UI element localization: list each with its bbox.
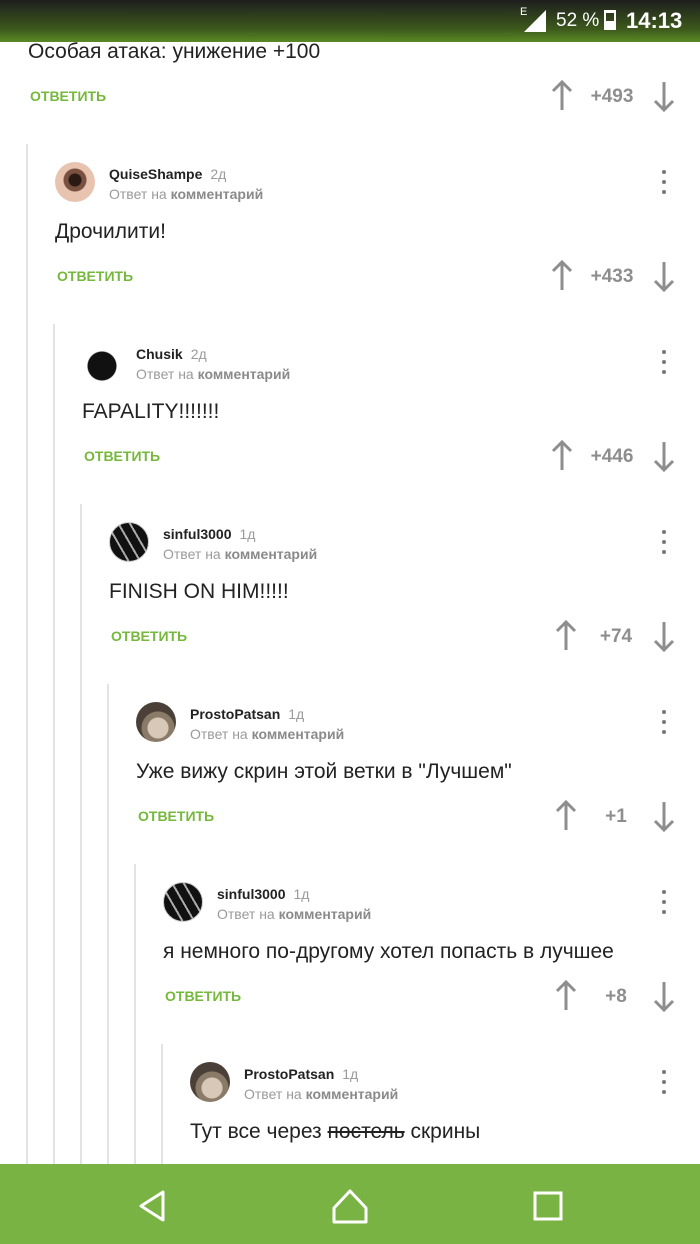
more-vertical-icon[interactable] [661,890,667,920]
comment-age: 1д [288,706,305,722]
comment-age: 1д [239,526,256,542]
avatar[interactable] [163,882,203,922]
reply-to-line: Ответ на комментарий [244,1086,399,1102]
reply-target-link[interactable]: комментарий [306,1086,399,1102]
comment-author[interactable]: Chusik 2д [136,346,207,362]
signal-icon [524,10,546,32]
comment-author[interactable]: QuiseShampe 2д [109,166,226,182]
reply-to-line: Ответ на комментарий [136,366,291,382]
vote-block: +74 [554,620,676,654]
struck-word: постель [327,1120,405,1143]
comment-text: я немного по-другому хотел попасть в луч… [163,940,614,963]
arrow-down-icon[interactable] [652,980,676,1012]
comment-age: 2д [210,166,227,182]
battery-level: 52 % [556,10,600,31]
avatar[interactable] [136,702,176,742]
reply-to-line: Ответ на комментарий [217,906,372,922]
thread-line [80,504,82,1164]
comment-text: Дрочилити! [55,220,166,243]
more-vertical-icon[interactable] [661,710,667,740]
avatar[interactable] [109,522,149,562]
comment-text: Уже вижу скрин этой ветки в "Лучшем" [136,760,512,783]
reply-target-link[interactable]: комментарий [279,906,372,922]
comment-text: FINISH ON HIM!!!!! [109,580,289,603]
reply-button[interactable]: ОТВЕТИТЬ [111,628,187,644]
thread-line [107,684,109,1164]
arrow-down-icon[interactable] [652,620,676,652]
clock: 14:13 [626,8,683,33]
reply-target-link[interactable]: комментарий [225,546,318,562]
comment-age: 1д [342,1066,359,1082]
navigation-bar [0,1164,700,1244]
arrow-up-icon[interactable] [550,260,574,292]
thread-line [53,324,55,1164]
thread-line [134,864,136,1164]
reply-target-link[interactable]: комментарий [198,366,291,382]
arrow-down-icon[interactable] [652,80,676,112]
vote-block: +1 [554,800,676,834]
more-vertical-icon[interactable] [661,530,667,560]
vote-score: +8 [605,986,627,1007]
more-vertical-icon[interactable] [661,170,667,200]
reply-to-line: Ответ на комментарий [163,546,318,562]
arrow-down-icon[interactable] [652,440,676,472]
status-bar: E 52 % 14:13 [0,0,700,42]
arrow-down-icon[interactable] [652,800,676,832]
arrow-up-icon[interactable] [554,800,578,832]
comment-author[interactable]: ProstoPatsan 1д [244,1066,358,1082]
avatar[interactable] [82,342,122,382]
vote-block: +8 [554,980,676,1014]
arrow-up-icon[interactable] [554,620,578,652]
reply-button[interactable]: ОТВЕТИТЬ [84,448,160,464]
arrow-up-icon[interactable] [550,80,574,112]
vote-block: +446 [550,440,676,474]
vote-score: +74 [599,626,633,647]
comment-age: 2д [190,346,207,362]
reply-button[interactable]: ОТВЕТИТЬ [57,268,133,284]
reply-button[interactable]: ОТВЕТИТЬ [165,988,241,1004]
reply-button[interactable]: ОТВЕТИТЬ [138,808,214,824]
comment-author[interactable]: sinful3000 1д [163,526,255,542]
arrow-up-icon[interactable] [550,440,574,472]
back-triangle-icon[interactable] [133,1186,173,1226]
comment-age: 1д [293,886,310,902]
more-vertical-icon[interactable] [661,1070,667,1100]
comment: ProstoPatsan 1д Ответ на комментарий Тут … [190,1062,685,1162]
comment-text: Тут все через постель скрины [190,1120,481,1143]
reply-target-link[interactable]: комментарий [252,726,345,742]
home-icon[interactable] [330,1186,370,1226]
arrow-up-icon[interactable] [554,980,578,1012]
battery-icon [604,10,616,30]
vote-score: +446 [590,446,634,467]
arrow-down-icon[interactable] [652,260,676,292]
vote-score: +433 [590,266,634,287]
vote-block: +493 [550,80,676,114]
avatar[interactable] [55,162,95,202]
comment-author[interactable]: ProstoPatsan 1д [190,706,304,722]
reply-to-line: Ответ на комментарий [109,186,264,202]
comment-text: FAPALITY!!!!!!! [82,400,220,423]
reply-button[interactable]: ОТВЕТИТЬ [30,88,106,104]
reply-target-link[interactable]: комментарий [171,186,264,202]
comment-author[interactable]: sinful3000 1д [217,886,309,902]
more-vertical-icon[interactable] [661,350,667,380]
vote-score: +1 [605,806,627,827]
avatar[interactable] [190,1062,230,1102]
recents-square-icon[interactable] [528,1186,568,1226]
comment-text: Особая атака: унижение +100 [28,40,321,63]
thread-line [161,1044,163,1164]
reply-to-line: Ответ на комментарий [190,726,345,742]
vote-block: +433 [550,260,676,294]
thread-line [26,144,28,1164]
vote-score: +493 [590,86,634,107]
